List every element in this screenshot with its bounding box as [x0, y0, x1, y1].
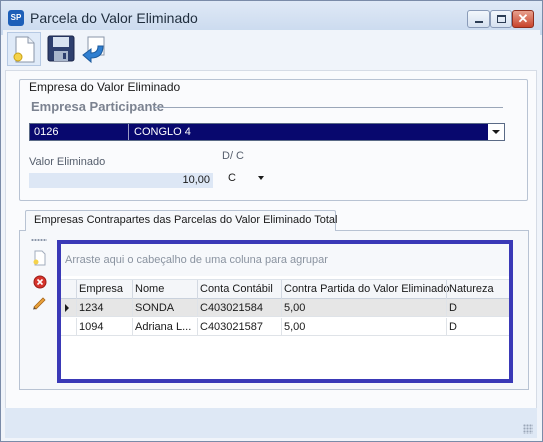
column-header-natureza[interactable]: Natureza: [449, 283, 494, 295]
data-grid: Arraste aqui o cabeçalho de uma coluna p…: [57, 240, 513, 383]
valor-eliminado-field[interactable]: 10,00: [29, 173, 213, 188]
cell-natureza[interactable]: D: [449, 321, 507, 333]
participant-company-label: Empresa Participante: [31, 99, 168, 114]
cell-divider: [281, 299, 282, 317]
tab-label: Empresas Contrapartes das Parcelas do Va…: [34, 214, 338, 226]
cell-divider: [197, 299, 198, 317]
group-legend: Empresa do Valor Eliminado: [27, 80, 183, 94]
maximize-icon: [497, 15, 506, 23]
undo-arrow-icon: [82, 36, 105, 64]
delete-icon: [33, 275, 47, 289]
cell-divider: [446, 318, 447, 336]
toolbar-grip[interactable]: [31, 239, 47, 241]
grid-header: Empresa Nome Conta Contábil Contra Parti…: [61, 279, 509, 299]
close-icon: ✕: [517, 11, 529, 26]
cell-nome[interactable]: Adriana L...: [135, 321, 195, 333]
column-divider: [197, 280, 198, 299]
company-name: CONGLO 4: [134, 126, 191, 138]
save-icon: [47, 35, 75, 62]
maximize-button[interactable]: [490, 10, 512, 28]
column-divider: [132, 280, 133, 299]
edit-row-button[interactable]: [32, 294, 48, 310]
company-combo[interactable]: 0126 CONGLO 4: [29, 123, 505, 141]
valor-eliminado-value: 10,00: [182, 174, 210, 186]
minimize-button[interactable]: [467, 10, 490, 28]
dialog-window: SP Parcela do Valor Eliminado ✕ Empresa …: [0, 0, 543, 442]
app-icon: SP: [8, 10, 24, 26]
dc-select[interactable]: C: [222, 169, 268, 187]
tab-empresas-contrapartes[interactable]: Empresas Contrapartes das Parcelas do Va…: [25, 210, 338, 231]
cell-divider: [76, 318, 77, 336]
column-header-contra-partida[interactable]: Contra Partida do Valor Eliminado: [284, 283, 450, 295]
cell-divider: [132, 318, 133, 336]
cell-empresa[interactable]: 1094: [79, 321, 131, 333]
column-header-nome[interactable]: Nome: [135, 283, 164, 295]
cell-contra-partida[interactable]: 5,00: [284, 321, 444, 333]
valor-label: Valor Eliminado: [29, 156, 106, 168]
new-row-icon: [33, 250, 46, 266]
add-row-button[interactable]: [32, 250, 48, 266]
row-indicator-icon: [65, 304, 69, 312]
group-by-panel[interactable]: Arraste aqui o cabeçalho de uma coluna p…: [61, 244, 509, 276]
column-divider: [76, 280, 77, 299]
resize-grip-icon[interactable]: [523, 424, 533, 434]
cell-divider: [197, 318, 198, 336]
cell-contra-partida[interactable]: 5,00: [284, 302, 444, 314]
new-document-icon: [13, 36, 35, 63]
cell-divider: [281, 318, 282, 336]
chevron-down-icon[interactable]: [254, 169, 268, 187]
cell-conta[interactable]: C403021584: [200, 302, 280, 314]
window-title: Parcela do Valor Eliminado: [30, 10, 198, 26]
cell-empresa[interactable]: 1234: [79, 302, 131, 314]
cell-nome[interactable]: SONDA: [135, 302, 195, 314]
dc-value: C: [228, 172, 236, 184]
group-by-hint: Arraste aqui o cabeçalho de uma coluna p…: [65, 254, 328, 266]
save-button[interactable]: [45, 32, 79, 66]
company-code: 0126: [34, 126, 59, 138]
column-header-conta[interactable]: Conta Contábil: [200, 283, 273, 295]
delete-row-button[interactable]: [32, 274, 48, 290]
minimize-icon: [475, 21, 483, 23]
close-button[interactable]: ✕: [512, 10, 534, 28]
cell-natureza[interactable]: D: [449, 302, 507, 314]
dc-label: D/ C: [222, 150, 244, 162]
combo-separator: [128, 124, 129, 140]
cell-divider: [76, 299, 77, 317]
status-bar: [5, 408, 537, 438]
cell-divider: [132, 299, 133, 317]
chevron-down-icon[interactable]: [488, 124, 504, 140]
column-divider: [446, 280, 447, 299]
section-divider: [153, 107, 503, 108]
pencil-icon: [33, 297, 46, 310]
table-row[interactable]: 1234 SONDA C403021584 5,00 D: [61, 299, 509, 317]
toolbar: [3, 30, 540, 69]
cell-divider: [446, 299, 447, 317]
column-header-empresa[interactable]: Empresa: [79, 283, 123, 295]
column-divider: [281, 280, 282, 299]
table-row[interactable]: 1094 Adriana L... C403021587 5,00 D: [61, 318, 509, 336]
cell-conta[interactable]: C403021587: [200, 321, 280, 333]
new-button[interactable]: [7, 32, 41, 66]
undo-button[interactable]: [79, 32, 113, 66]
